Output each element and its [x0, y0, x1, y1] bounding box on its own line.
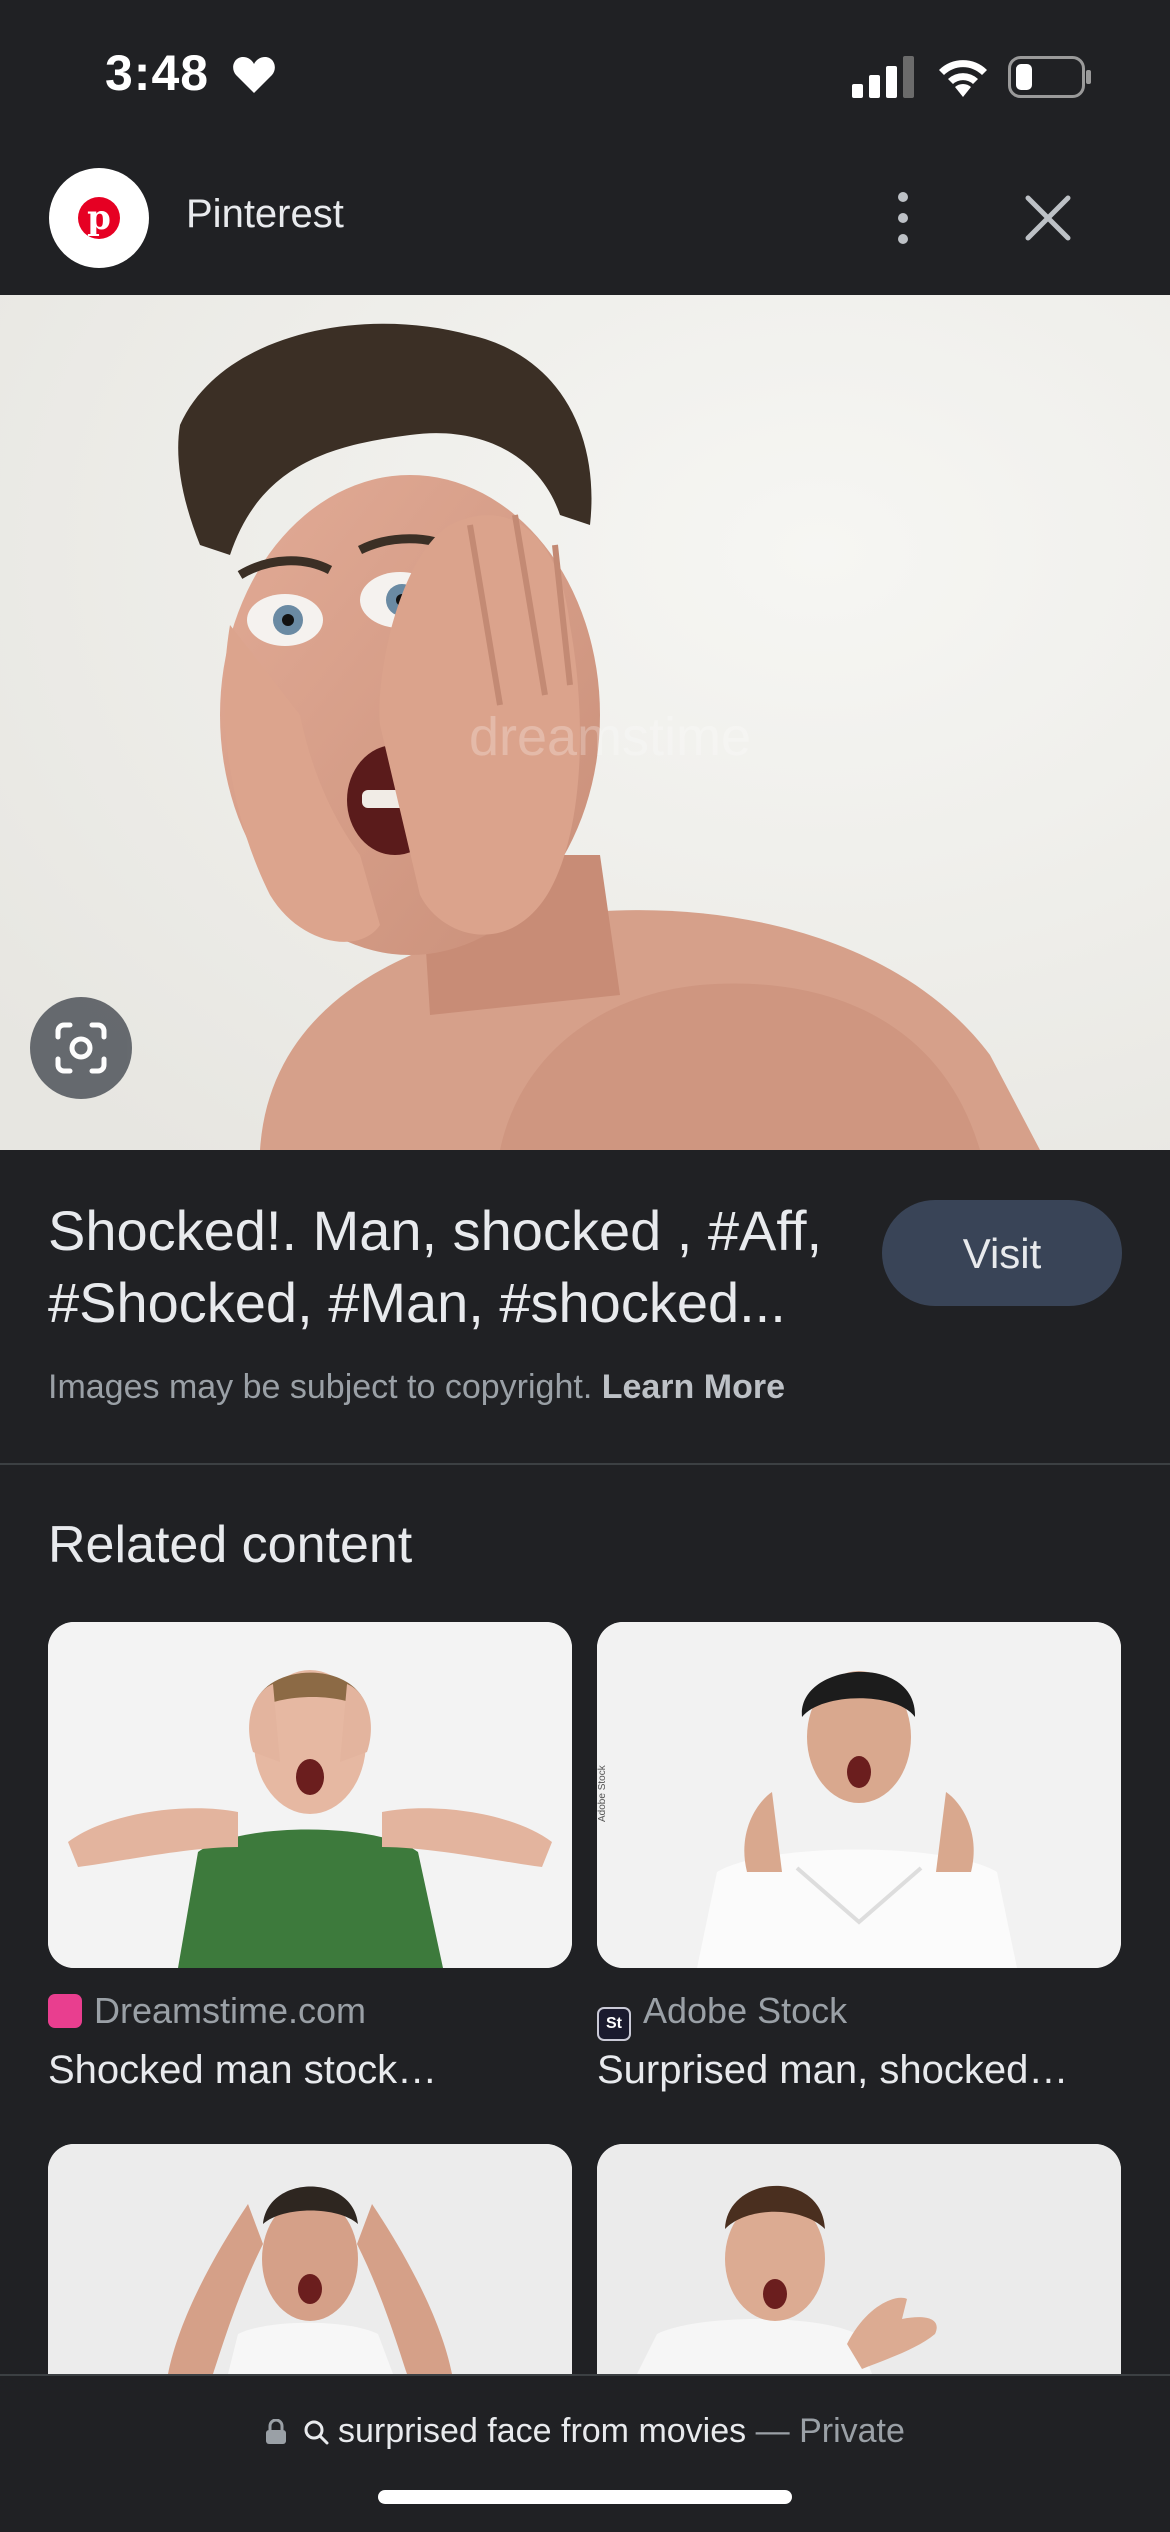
related-photo-2: Adobe Stock	[597, 1622, 1121, 1968]
lock-icon	[266, 2418, 287, 2444]
svg-text:Adobe Stock: Adobe Stock	[597, 1764, 608, 1822]
google-lens-button[interactable]	[30, 997, 132, 1099]
related-item-2-source-label: Adobe Stock	[643, 1990, 848, 2031]
copyright-text: Images may be subject to copyright.	[48, 1368, 593, 1406]
related-item-2-image[interactable]: Adobe Stock	[597, 1622, 1121, 1968]
pinterest-logo[interactable]: p	[49, 168, 149, 268]
address-bar-query: surprised face from movies	[338, 2412, 747, 2450]
image-viewer-page: 3:48 p Pinterest dreamstime Shocked!. Ma…	[0, 0, 1170, 2532]
site-name[interactable]: Pinterest	[186, 192, 344, 237]
main-image[interactable]: dreamstime	[0, 295, 1170, 1150]
related-content-heading: Related content	[48, 1516, 413, 1574]
related-item-1-caption[interactable]: Shocked man stock…	[48, 2048, 437, 2093]
related-item-4-image[interactable]	[597, 2144, 1121, 2374]
more-vert-icon[interactable]	[880, 190, 926, 246]
source-header	[0, 150, 1170, 295]
related-item-2-source[interactable]: St Adobe Stock	[597, 1990, 847, 2041]
google-lens-icon	[55, 1022, 107, 1074]
related-photo-3	[48, 2144, 572, 2374]
copyright-notice: Images may be subject to copyright. Lear…	[48, 1368, 785, 1407]
status-bar: 3:48	[0, 0, 1170, 150]
learn-more-link[interactable]: Learn More	[602, 1368, 785, 1406]
pinterest-logo-mark: p	[78, 197, 120, 239]
related-photo-4	[597, 2144, 1121, 2374]
section-divider	[0, 1463, 1170, 1465]
visit-button[interactable]: Visit	[882, 1200, 1122, 1306]
related-item-1-image[interactable]	[48, 1622, 572, 1968]
cellular-signal-icon	[852, 56, 914, 98]
related-photo-1	[48, 1622, 572, 1968]
related-item-3-image[interactable]	[48, 2144, 572, 2374]
image-watermark: dreamstime	[469, 707, 751, 767]
status-time: 3:48	[105, 45, 210, 101]
address-bar[interactable]	[0, 2374, 1170, 2532]
related-item-1-source[interactable]: Dreamstime.com	[48, 1990, 366, 2032]
wifi-icon	[939, 60, 987, 97]
related-item-1-source-label: Dreamstime.com	[94, 1990, 367, 2031]
address-bar-content[interactable]: surprised face from movies — Private	[0, 2412, 1170, 2451]
search-icon	[304, 2420, 329, 2445]
shocked-man-photo: dreamstime	[0, 295, 1170, 1150]
heart-icon	[233, 57, 275, 93]
result-title: Shocked!. Man, shocked , #Aff, #Shocked,…	[48, 1199, 823, 1334]
related-item-2-caption[interactable]: Surprised man, shocked…	[597, 2048, 1068, 2093]
home-indicator[interactable]	[378, 2490, 792, 2504]
private-mode-label: Private	[799, 2412, 905, 2450]
adobe-stock-icon: St	[597, 2007, 631, 2041]
close-icon[interactable]	[1020, 190, 1076, 246]
dreamstime-icon	[48, 1994, 82, 2028]
address-bar-separator: —	[755, 2412, 790, 2450]
battery-icon	[1008, 56, 1091, 98]
